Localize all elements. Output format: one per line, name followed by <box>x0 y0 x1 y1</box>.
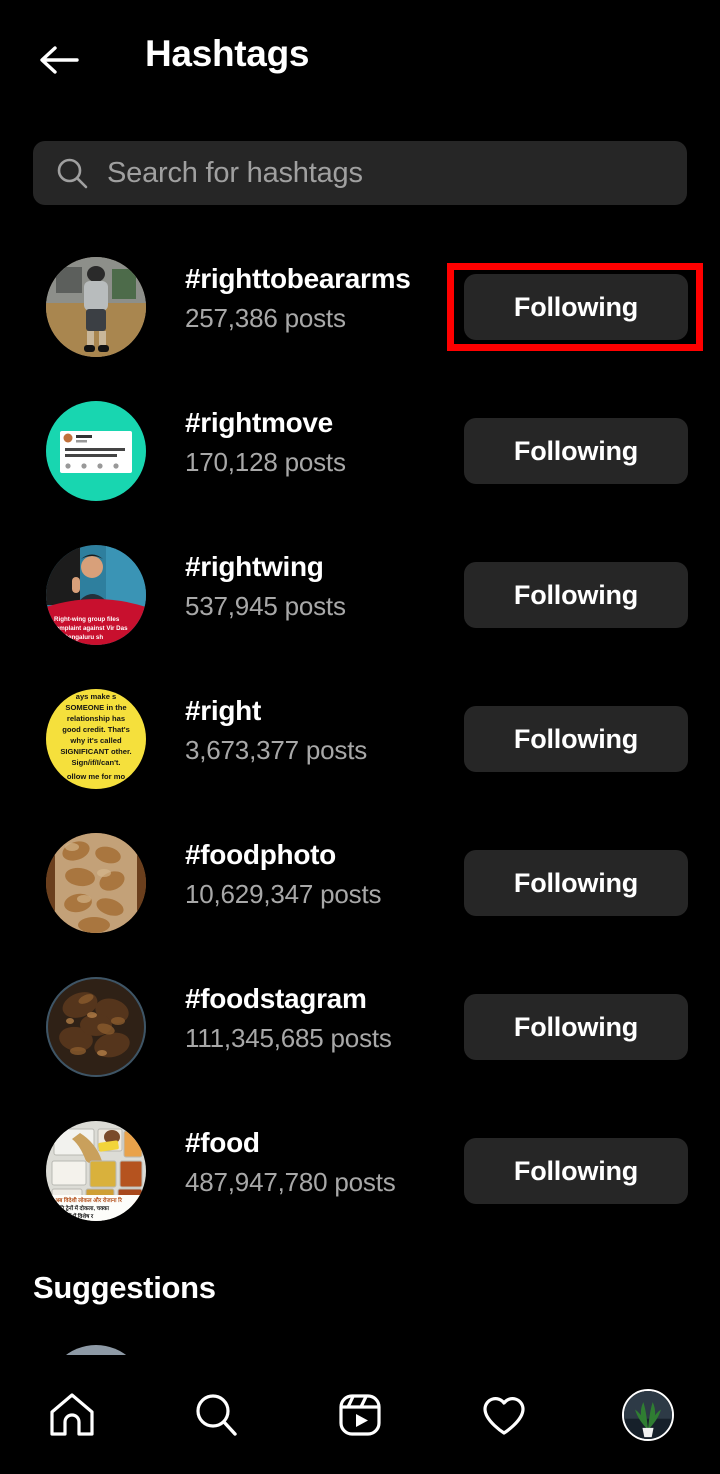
search-placeholder: Search for hashtags <box>107 156 363 189</box>
following-button[interactable]: Following <box>464 850 688 916</box>
hashtag-name: #rightwing <box>185 551 324 582</box>
following-button[interactable]: Following <box>464 562 688 628</box>
svg-text:रान की ट्रेनों में दोकला, चक्क: रान की ट्रेनों में दोकला, चक्का <box>49 1204 109 1212</box>
reels-icon <box>339 1393 381 1436</box>
nav-home[interactable] <box>0 1355 144 1474</box>
svg-text:complaint against Vir Das: complaint against Vir Das <box>52 625 128 632</box>
table-row[interactable]: #foodphoto 10,629,347 posts Following <box>0 811 720 955</box>
hashtag-thumbnail-icon: Right-wing group files complaint against… <box>46 545 146 645</box>
table-row[interactable]: Right-wing group files complaint against… <box>0 523 720 667</box>
highlight-annotation <box>447 263 703 351</box>
svg-text:ollow me for mo: ollow me for mo <box>67 772 126 781</box>
table-row[interactable]: #foodstagram 111,345,685 posts Following <box>0 955 720 1099</box>
hashtag-name: #foodphoto <box>185 839 336 870</box>
avatar: में अब विदेशी लोकल और रोजाना रि रान की ट… <box>46 1121 146 1221</box>
hashtag-name: #foodstagram <box>185 983 367 1014</box>
hashtag-name: #right <box>185 695 261 726</box>
svg-text:relationship has: relationship has <box>67 714 125 723</box>
search-icon <box>196 1393 237 1436</box>
svg-text:Right-wing group files: Right-wing group files <box>54 616 120 623</box>
avatar <box>46 401 146 501</box>
search-input[interactable]: Search for hashtags <box>33 141 687 205</box>
svg-text:में अब विदेशी लोकल और रोजाना र: में अब विदेशी लोकल और रोजाना रि <box>49 1196 123 1204</box>
hashtag-thumbnail-icon: ays make s SOMEONE in the relationship h… <box>46 689 146 789</box>
avatar <box>46 257 146 357</box>
hashtag-name: #food <box>185 1127 260 1158</box>
following-button[interactable]: Following <box>464 418 688 484</box>
avatar: ays make s SOMEONE in the relationship h… <box>46 689 146 789</box>
home-icon <box>50 1392 94 1436</box>
profile-avatar-icon <box>622 1388 674 1441</box>
svg-text:good credit. That's: good credit. That's <box>62 725 130 734</box>
avatar <box>46 977 146 1077</box>
hashtag-post-count: 487,947,780 posts <box>185 1167 396 1197</box>
hashtag-post-count: 3,673,377 posts <box>185 735 368 765</box>
row-text: #foodstagram 111,345,685 posts <box>185 982 445 1055</box>
svg-text:of Bengaluru sh: of Bengaluru sh <box>56 634 103 641</box>
suggestions-heading: Suggestions <box>33 1270 216 1305</box>
svg-text:ays make s: ays make s <box>76 692 117 701</box>
following-button[interactable]: Following <box>464 994 688 1060</box>
back-button[interactable] <box>28 32 90 88</box>
hashtag-post-count: 111,345,685 posts <box>185 1023 392 1053</box>
hashtag-name: #rightmove <box>185 407 333 438</box>
arrow-left-icon <box>40 46 79 74</box>
bottom-navigation-bar <box>0 1355 720 1474</box>
svg-text:SOMEONE in the: SOMEONE in the <box>65 703 126 712</box>
nav-reels[interactable] <box>288 1355 432 1474</box>
heart-icon <box>483 1396 525 1435</box>
hashtag-post-count: 257,386 posts <box>185 303 346 333</box>
app-header: Hashtags <box>0 0 720 120</box>
svg-text:why it's called: why it's called <box>69 736 122 745</box>
row-text: #rightwing 537,945 posts <box>185 550 445 623</box>
following-button[interactable]: Following <box>464 1138 688 1204</box>
following-button[interactable]: Following <box>464 706 688 772</box>
hashtag-thumbnail-icon <box>46 401 146 501</box>
hashtag-post-count: 10,629,347 posts <box>185 879 382 909</box>
row-text: #food 487,947,780 posts <box>185 1126 445 1199</box>
hashtag-thumbnail-icon <box>46 977 146 1077</box>
row-text: #foodphoto 10,629,347 posts <box>185 838 445 911</box>
svg-text:न की ट्रेनों में विशेष र: न की ट्रेनों में विशेष र <box>51 1212 94 1220</box>
search-icon <box>57 158 88 189</box>
hashtag-list: #righttobeararms 257,386 posts Following <box>0 235 720 1243</box>
row-text: #righttobeararms 257,386 posts <box>185 262 445 335</box>
nav-activity[interactable] <box>432 1355 576 1474</box>
hashtags-screen: Hashtags Search for hashtags #righttobea… <box>0 0 720 1474</box>
avatar: Right-wing group files complaint against… <box>46 545 146 645</box>
nav-profile[interactable] <box>576 1355 720 1474</box>
row-text: #rightmove 170,128 posts <box>185 406 445 479</box>
hashtag-post-count: 170,128 posts <box>185 447 346 477</box>
hashtag-post-count: 537,945 posts <box>185 591 346 621</box>
svg-text:SIGNIFICANT other.: SIGNIFICANT other. <box>60 747 131 756</box>
table-row[interactable]: में अब विदेशी लोकल और रोजाना रि रान की ट… <box>0 1099 720 1243</box>
svg-text:Sign/if/I/can't.: Sign/if/I/can't. <box>71 758 120 767</box>
nav-search[interactable] <box>144 1355 288 1474</box>
hashtag-thumbnail-icon <box>46 833 146 933</box>
hashtag-name: #righttobeararms <box>185 263 411 294</box>
hashtag-thumbnail-icon: में अब विदेशी लोकल और रोजाना रि रान की ट… <box>46 1121 146 1221</box>
hashtag-thumbnail-icon <box>46 257 146 357</box>
row-text: #right 3,673,377 posts <box>185 694 445 767</box>
table-row[interactable]: ays make s SOMEONE in the relationship h… <box>0 667 720 811</box>
table-row[interactable]: #rightmove 170,128 posts Following <box>0 379 720 523</box>
avatar <box>46 833 146 933</box>
page-title: Hashtags <box>145 33 310 74</box>
